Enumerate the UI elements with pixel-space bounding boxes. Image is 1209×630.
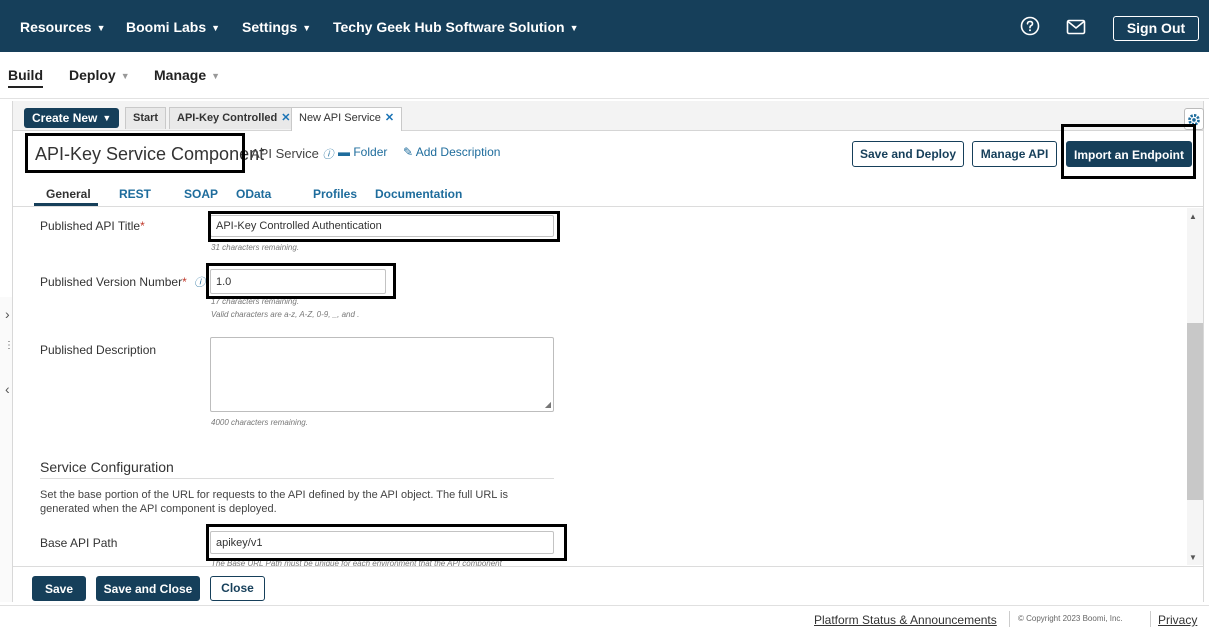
- save-button[interactable]: Save: [32, 576, 86, 601]
- drag-handle-icon[interactable]: ⋮: [4, 340, 14, 351]
- info-icon[interactable]: ⓘ: [194, 276, 205, 289]
- subnav-divider: [0, 98, 1209, 99]
- base-path-hint: The Base URL Path must be unique for eac…: [211, 559, 502, 566]
- scroll-up-icon[interactable]: ▲: [1189, 212, 1197, 221]
- info-icon[interactable]: ⓘ: [323, 148, 334, 161]
- footer-divider: [0, 605, 1209, 606]
- tab-api-key-controlled[interactable]: API-Key Controlled ✕: [169, 107, 299, 129]
- base-path-label: Base API Path: [40, 536, 118, 550]
- published-title-hint: 31 characters remaining.: [211, 243, 300, 252]
- nav-manage-label: Manage: [154, 67, 207, 83]
- caret-down-icon: ▼: [211, 71, 221, 81]
- service-config-title: Service Configuration: [40, 459, 174, 475]
- tab-start[interactable]: Start: [125, 107, 167, 129]
- section-divider: [40, 478, 554, 479]
- nav-build[interactable]: Build: [8, 67, 43, 83]
- sign-out-button[interactable]: Sign Out: [1113, 16, 1199, 41]
- version-label: Published Version Number* ⓘ: [40, 274, 205, 290]
- description-label: Published Description: [40, 343, 157, 357]
- tab-new-api-service[interactable]: New API Service ✕: [291, 107, 403, 131]
- component-type-label: API Service: [251, 146, 319, 161]
- help-circle-icon[interactable]: [1020, 16, 1040, 36]
- close-tab-icon[interactable]: ✕: [385, 112, 394, 124]
- privacy-link[interactable]: Privacy: [1158, 613, 1197, 627]
- caret-down-icon: ▼: [569, 23, 579, 33]
- scrollbar-thumb[interactable]: [1187, 323, 1203, 500]
- import-endpoint-button[interactable]: Import an Endpoint: [1066, 141, 1192, 167]
- tab-new-api-service-label: New API Service: [299, 112, 381, 124]
- menu-settings[interactable]: Settings ▼: [242, 19, 311, 35]
- subtabs-divider: [13, 206, 1203, 207]
- save-and-close-button[interactable]: Save and Close: [96, 576, 200, 601]
- description-hint: 4000 characters remaining.: [211, 418, 308, 427]
- platform-status-link[interactable]: Platform Status & Announcements: [814, 613, 997, 627]
- menu-account-label: Techy Geek Hub Software Solution: [333, 19, 565, 35]
- nav-manage[interactable]: Manage ▼: [154, 67, 220, 83]
- gear-icon[interactable]: [1184, 108, 1204, 130]
- add-description-label: Add Description: [415, 145, 501, 159]
- component-title[interactable]: API-Key Service Component: [35, 144, 264, 165]
- subtab-profiles[interactable]: Profiles: [313, 187, 357, 201]
- published-title-label-text: Published API Title: [40, 219, 141, 233]
- folder-link[interactable]: ▬ Folder: [338, 145, 387, 159]
- subtab-odata[interactable]: OData: [236, 187, 271, 201]
- workspace-panel: [12, 101, 1204, 602]
- manage-api-button[interactable]: Manage API: [972, 141, 1057, 167]
- caret-down-icon: ▼: [302, 23, 312, 33]
- actions-divider: [13, 566, 1203, 567]
- pencil-icon: ✎: [403, 145, 414, 159]
- caret-down-icon: ▼: [102, 113, 112, 123]
- subtab-soap[interactable]: SOAP: [184, 187, 218, 201]
- create-new-button[interactable]: Create New ▼: [24, 108, 119, 128]
- version-label-text: Published Version Number: [40, 275, 183, 289]
- base-path-input[interactable]: [210, 531, 554, 554]
- caret-down-icon: ▼: [120, 71, 130, 81]
- create-new-label: Create New: [32, 111, 98, 125]
- add-description-link[interactable]: ✎ Add Description: [403, 145, 500, 159]
- footer-separator: [1009, 611, 1010, 627]
- resize-handle-icon[interactable]: ◢: [545, 400, 551, 409]
- nav-deploy-label: Deploy: [69, 67, 116, 83]
- menu-resources-label: Resources: [20, 19, 92, 35]
- nav-deploy[interactable]: Deploy ▼: [69, 67, 130, 83]
- description-textarea[interactable]: ◢: [210, 337, 554, 412]
- tab-api-key-controlled-label: API-Key Controlled: [177, 112, 278, 124]
- component-type: API Service ⓘ: [251, 146, 334, 162]
- version-input[interactable]: [210, 269, 386, 294]
- envelope-icon[interactable]: [1066, 17, 1086, 37]
- folder-label: Folder: [353, 145, 388, 159]
- menu-settings-label: Settings: [242, 19, 298, 35]
- required-marker: *: [182, 275, 187, 289]
- build-active-indicator: [8, 86, 43, 88]
- close-tab-icon[interactable]: ✕: [281, 112, 290, 124]
- close-button[interactable]: Close: [210, 576, 265, 601]
- expand-panel-icon[interactable]: ›: [5, 306, 10, 322]
- collapse-panel-icon[interactable]: ‹: [5, 381, 10, 397]
- caret-down-icon: ▼: [96, 23, 106, 33]
- footer-separator: [1150, 611, 1151, 627]
- subtab-general[interactable]: General: [46, 187, 91, 201]
- menu-boomi-labs[interactable]: Boomi Labs ▼: [126, 19, 220, 35]
- menu-boomi-labs-label: Boomi Labs: [126, 19, 207, 35]
- published-title-input[interactable]: [210, 215, 554, 237]
- copyright-text: © Copyright 2023 Boomi, Inc.: [1018, 614, 1123, 623]
- required-marker: *: [140, 219, 145, 233]
- subtab-documentation[interactable]: Documentation: [375, 187, 462, 201]
- caret-down-icon: ▼: [211, 23, 221, 33]
- scroll-down-icon[interactable]: ▼: [1189, 553, 1197, 562]
- tab-start-label: Start: [133, 112, 159, 124]
- menu-resources[interactable]: Resources ▼: [20, 19, 106, 35]
- published-title-label: Published API Title*: [40, 219, 145, 233]
- service-config-description: Set the base portion of the URL for requ…: [40, 489, 508, 515]
- version-valid-chars-hint: Valid characters are a-z, A-Z, 0-9, _, a…: [211, 310, 360, 319]
- version-hint: 17 characters remaining.: [211, 297, 300, 306]
- subtab-rest[interactable]: REST: [119, 187, 151, 201]
- folder-icon: ▬: [338, 145, 350, 159]
- save-and-deploy-button[interactable]: Save and Deploy: [852, 141, 964, 167]
- menu-account[interactable]: Techy Geek Hub Software Solution ▼: [333, 19, 578, 35]
